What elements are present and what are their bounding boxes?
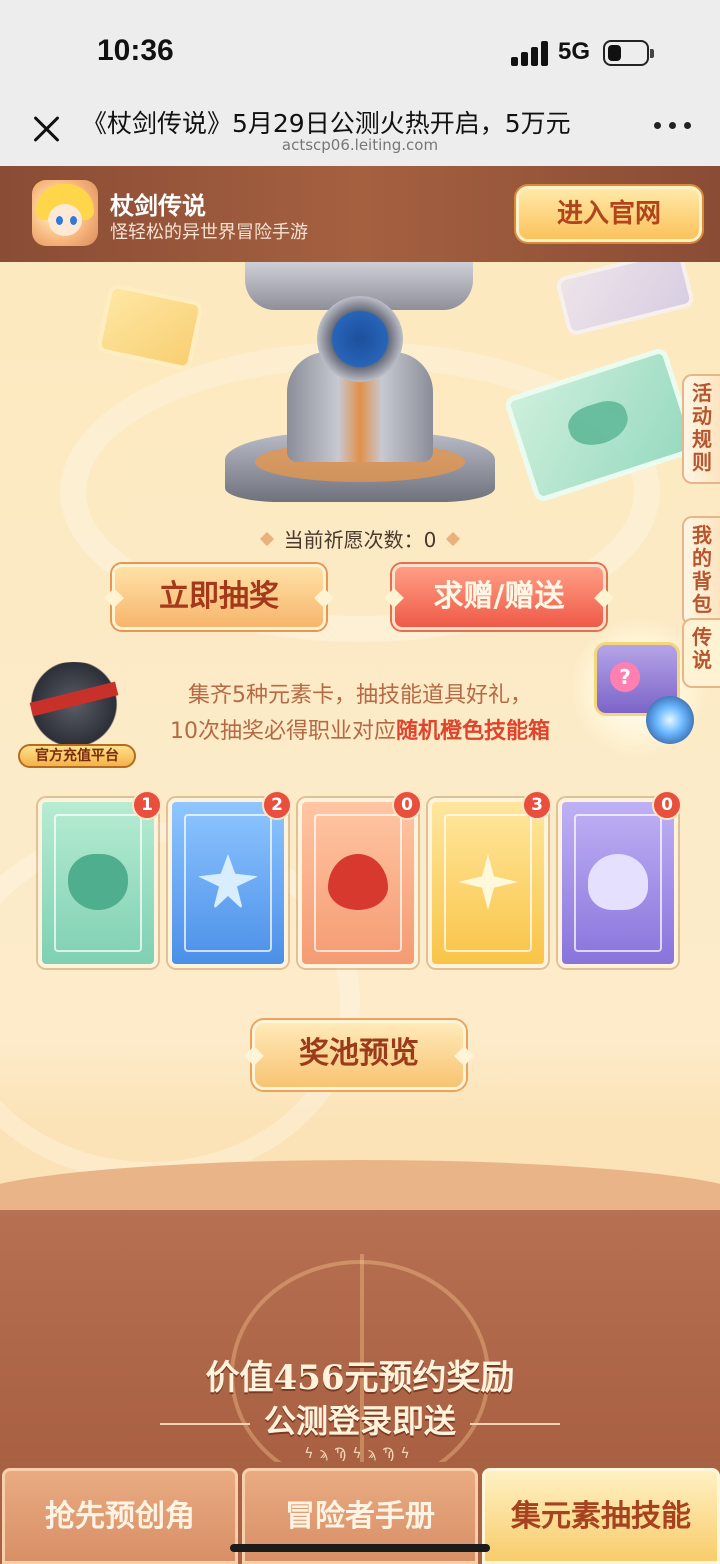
- more-icon[interactable]: [654, 122, 694, 132]
- signal-icon: [511, 40, 551, 66]
- draw-now-button[interactable]: 立即抽奖: [112, 564, 326, 630]
- request-gift-button[interactable]: 求赠/赠送: [392, 564, 606, 630]
- app-name: 杖剑传说: [110, 192, 206, 220]
- card-count-badge: 2: [262, 790, 292, 820]
- info-line2-highlight: 随机橙色技能箱: [395, 719, 550, 744]
- reward-panel: 价值456元预约奖励 公测登录即送 ϟϡϠϟϡϠϟ: [0, 1140, 720, 1504]
- tab-my-bag[interactable]: 我的背包: [682, 516, 720, 626]
- app-description: 怪轻松的异世界冒险手游: [110, 222, 308, 243]
- app-banner: 杖剑传说 怪轻松的异世界冒险手游 进入官网: [0, 166, 720, 262]
- element-card-fire[interactable]: 0: [298, 790, 422, 968]
- element-card-ice[interactable]: 2: [168, 790, 292, 968]
- page-title: 《杖剑传说》5月29日公测火热开启，5万元: [82, 109, 571, 138]
- tab-activity-rules[interactable]: 活动规则: [682, 374, 720, 484]
- card-count-badge: 0: [652, 790, 682, 820]
- enter-official-site-button[interactable]: 进入官网: [516, 186, 702, 242]
- dark-emblem-icon: [588, 854, 648, 910]
- wind-emblem-icon: [68, 854, 128, 910]
- reward-subtitle: 公测登录即送: [263, 1402, 456, 1440]
- element-card-wind[interactable]: 1: [38, 790, 162, 968]
- decor-card-yellow: [95, 282, 205, 372]
- wish-count-label: 当前祈愿次数：: [283, 528, 424, 552]
- info-line2: 10次抽奖必得职业对应随机橙色技能箱: [0, 714, 720, 750]
- event-main: 当前祈愿次数：0 立即抽奖 求赠/赠送 活动规则 我的背包 ? 传说 官方充值平…: [0, 262, 720, 1564]
- prize-pool-preview-button[interactable]: 奖池预览: [252, 1020, 466, 1090]
- card-count-badge: 1: [132, 790, 162, 820]
- home-indicator[interactable]: [230, 1544, 490, 1552]
- browser-title-bar: 《杖剑传说》5月29日公测火热开启，5万元 actscp06.leiting.c…: [0, 100, 720, 166]
- battery-icon: [603, 40, 654, 66]
- element-cards: 1 2 0 3 0: [38, 790, 682, 970]
- reward-title: 价值456元预约奖励: [205, 1358, 515, 1398]
- decor-card-purple: [554, 262, 696, 337]
- page-url: actscp06.leiting.com: [281, 136, 439, 154]
- network-label: 5G: [558, 38, 591, 65]
- event-info: 集齐5种元素卡，抽技能道具好礼， 10次抽奖必得职业对应随机橙色技能箱: [0, 678, 720, 750]
- wish-statue: [225, 262, 495, 510]
- info-line2-prefix: 10次抽奖必得职业对应: [169, 719, 396, 744]
- app-icon: [32, 180, 98, 246]
- element-card-light[interactable]: 3: [428, 790, 552, 968]
- status-time: 10:36: [97, 34, 174, 67]
- info-line1: 集齐5种元素卡，抽技能道具好礼，: [188, 683, 532, 708]
- wish-count: 当前祈愿次数：0: [0, 524, 720, 553]
- wish-count-value: 0: [423, 528, 437, 552]
- status-bar: 10:36 5G: [0, 0, 720, 100]
- rune-decoration: ϟϡϠϟϡϠϟ: [304, 1446, 416, 1462]
- element-card-dark[interactable]: 0: [558, 790, 682, 968]
- tab-element-skill-draw[interactable]: 集元素抽技能: [482, 1468, 720, 1564]
- reward-subtitle-row: 公测登录即送: [0, 1396, 720, 1442]
- tab-pre-create-character[interactable]: 抢先预创角: [2, 1468, 238, 1564]
- card-count-badge: 0: [392, 790, 422, 820]
- card-count-badge: 3: [522, 790, 552, 820]
